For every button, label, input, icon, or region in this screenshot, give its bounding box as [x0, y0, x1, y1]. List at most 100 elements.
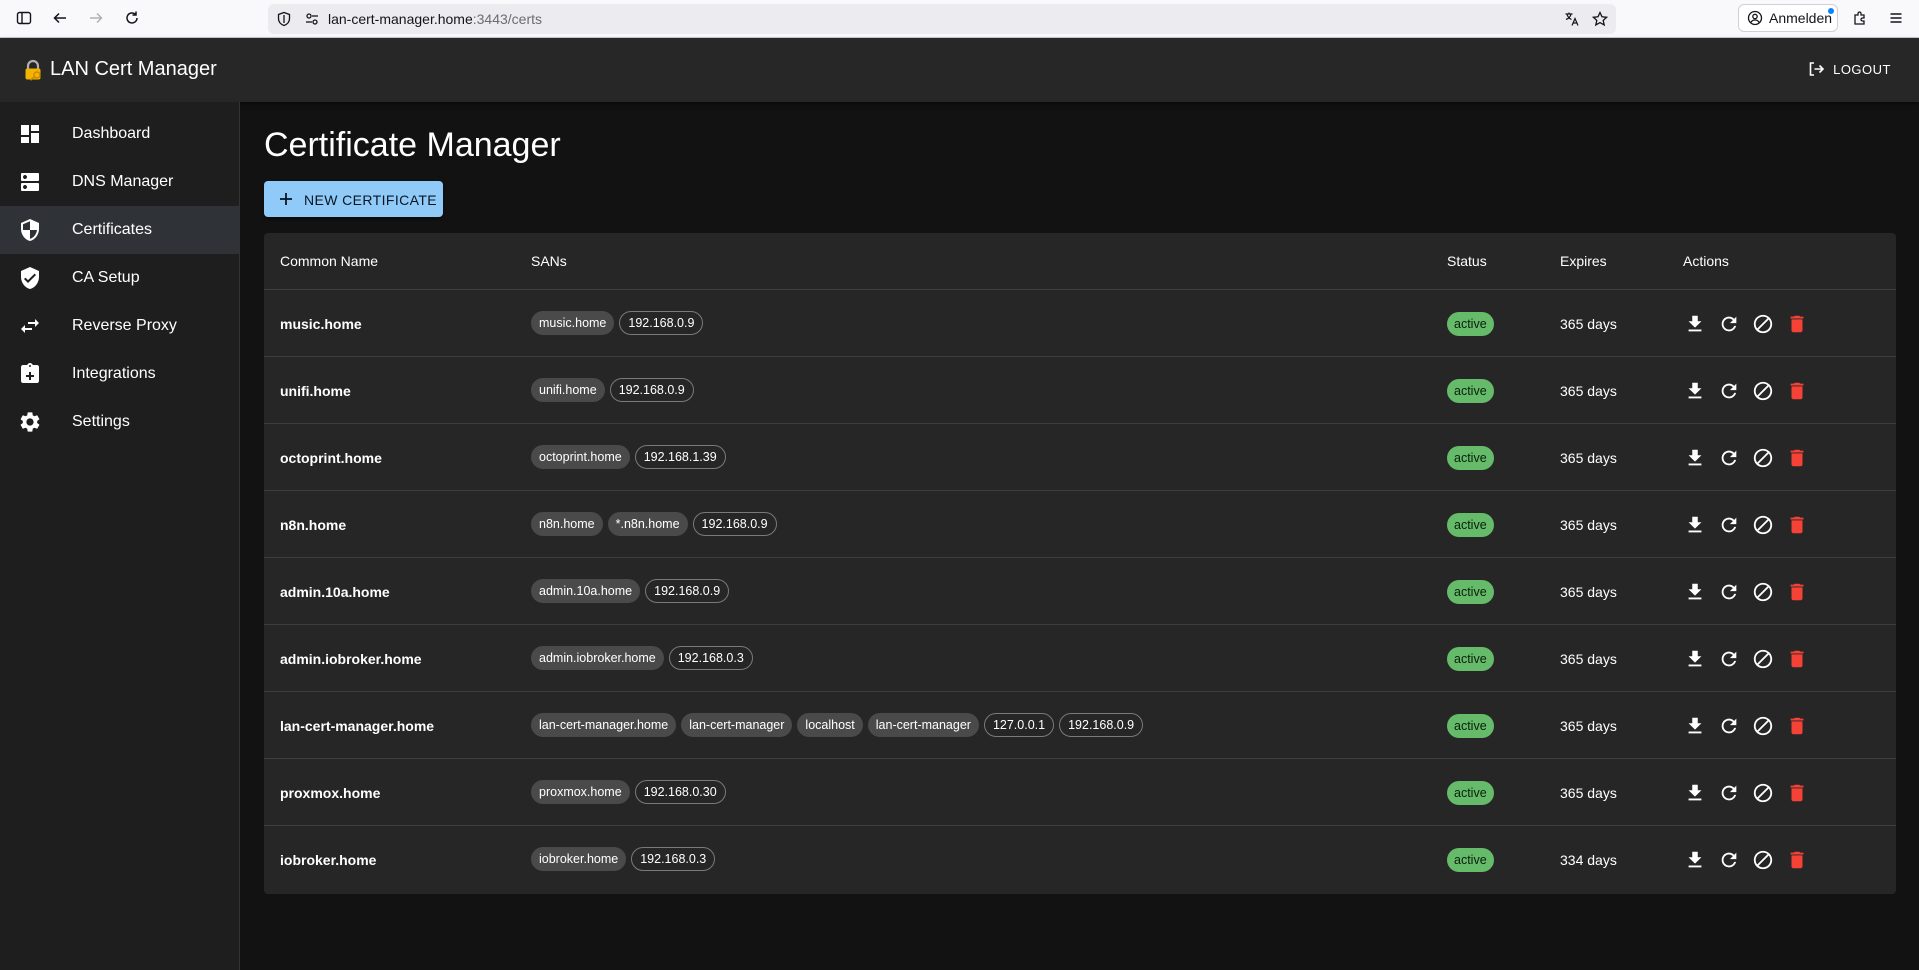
- sidebar-item-label: Integrations: [72, 365, 156, 382]
- expires-cell: 365 days: [1560, 450, 1617, 466]
- sidebar-item-settings[interactable]: Settings: [0, 398, 239, 446]
- revoke-button[interactable]: [1751, 580, 1775, 604]
- address-bar[interactable]: lan-cert-manager.home:3443/certs: [268, 4, 1616, 34]
- expires-cell: 365 days: [1560, 718, 1617, 734]
- download-button[interactable]: [1683, 848, 1707, 872]
- site-permissions-icon[interactable]: [304, 11, 320, 32]
- revoke-icon: [1753, 381, 1773, 401]
- download-icon: [1688, 449, 1702, 466]
- renew-icon: [1721, 852, 1737, 868]
- delete-button[interactable]: [1785, 647, 1809, 671]
- renew-button[interactable]: [1717, 580, 1741, 604]
- sidebar-item-integrations[interactable]: Integrations: [0, 350, 239, 398]
- expires-cell: 334 days: [1560, 852, 1617, 868]
- url-text: lan-cert-manager.home:3443/certs: [328, 11, 542, 27]
- download-button[interactable]: [1683, 379, 1707, 403]
- sidebar: Dashboard DNS Manager Certificates CA Se…: [0, 102, 240, 970]
- revoke-button[interactable]: [1751, 312, 1775, 336]
- table-row: admin.iobroker.home admin.iobroker.home 19…: [264, 625, 1896, 692]
- download-button[interactable]: [1683, 781, 1707, 805]
- sans-cell: admin.10a.home 192.168.0.9: [531, 579, 730, 603]
- new-certificate-button[interactable]: NEW CERTIFICATE: [264, 181, 443, 217]
- delete-button[interactable]: [1785, 714, 1809, 738]
- sidebar-item-dashboard[interactable]: Dashboard: [0, 110, 239, 158]
- revoke-icon: [1753, 716, 1773, 736]
- revoke-button[interactable]: [1751, 781, 1775, 805]
- table-row: lan-cert-manager.home lan-cert-manager.ho…: [264, 692, 1896, 759]
- renew-button[interactable]: [1717, 781, 1741, 805]
- extensions-icon[interactable]: [1850, 8, 1870, 28]
- table-row: music.home music.home 192.168.0.9 active 365…: [264, 290, 1896, 357]
- delete-icon: [1790, 650, 1804, 668]
- app-bar: LAN Cert Manager LOGOUT: [0, 38, 1919, 102]
- bookmark-star-icon[interactable]: [1591, 10, 1609, 32]
- delete-icon: [1790, 516, 1804, 534]
- sidebar-item-reverse-proxy[interactable]: Reverse Proxy: [0, 302, 239, 350]
- revoke-button[interactable]: [1751, 647, 1775, 671]
- san-ip-chip: 127.0.0.1: [983, 713, 1055, 737]
- back-icon[interactable]: [50, 8, 70, 28]
- download-button[interactable]: [1683, 714, 1707, 738]
- status-badge: active: [1447, 781, 1494, 805]
- san-dns-chip: localhost: [797, 713, 863, 737]
- sans-cell: proxmox.home 192.168.0.30: [531, 780, 726, 804]
- download-button[interactable]: [1683, 312, 1707, 336]
- revoke-button[interactable]: [1751, 513, 1775, 537]
- logout-button[interactable]: LOGOUT: [1807, 60, 1891, 78]
- renew-button[interactable]: [1717, 848, 1741, 872]
- translate-icon[interactable]: [1564, 11, 1580, 32]
- renew-button[interactable]: [1717, 513, 1741, 537]
- revoke-icon: [1753, 515, 1773, 535]
- renew-button[interactable]: [1717, 714, 1741, 738]
- san-ip-chip: 192.168.1.39: [634, 445, 726, 469]
- delete-button[interactable]: [1785, 446, 1809, 470]
- renew-icon: [1721, 517, 1737, 533]
- delete-button[interactable]: [1785, 513, 1809, 537]
- renew-button[interactable]: [1717, 312, 1741, 336]
- reload-icon[interactable]: [122, 8, 142, 28]
- table-row: unifi.home unifi.home 192.168.0.9 active 365…: [264, 357, 1896, 424]
- delete-icon: [1790, 315, 1804, 333]
- download-icon: [1688, 717, 1702, 734]
- revoke-button[interactable]: [1751, 379, 1775, 403]
- logout-icon: [1809, 62, 1825, 76]
- common-name-cell: admin.10a.home: [280, 584, 390, 600]
- revoke-icon: [1753, 649, 1773, 669]
- renew-icon: [1721, 450, 1737, 466]
- tracking-shield-icon[interactable]: [276, 11, 292, 32]
- sans-cell: n8n.home *.n8n.home 192.168.0.9: [531, 512, 777, 536]
- revoke-button[interactable]: [1751, 446, 1775, 470]
- forward-icon[interactable]: [86, 8, 106, 28]
- download-icon: [1688, 784, 1702, 801]
- sidebar-toggle-icon[interactable]: [14, 8, 34, 28]
- download-button[interactable]: [1683, 513, 1707, 537]
- download-button[interactable]: [1683, 580, 1707, 604]
- expires-cell: 365 days: [1560, 584, 1617, 600]
- revoke-button[interactable]: [1751, 848, 1775, 872]
- sans-cell: admin.iobroker.home 192.168.0.3: [531, 646, 753, 670]
- sidebar-item-dns-manager[interactable]: DNS Manager: [0, 158, 239, 206]
- download-button[interactable]: [1683, 647, 1707, 671]
- browser-toolbar: lan-cert-manager.home:3443/certs Anmelde…: [0, 0, 1919, 38]
- sidebar-item-certificates[interactable]: Certificates: [0, 206, 239, 254]
- delete-button[interactable]: [1785, 580, 1809, 604]
- column-header-status: Status: [1447, 253, 1487, 269]
- delete-icon: [1790, 784, 1804, 802]
- delete-button[interactable]: [1785, 848, 1809, 872]
- renew-button[interactable]: [1717, 647, 1741, 671]
- download-button[interactable]: [1683, 446, 1707, 470]
- delete-button[interactable]: [1785, 379, 1809, 403]
- browser-signin-button[interactable]: Anmelden: [1738, 4, 1838, 32]
- delete-button[interactable]: [1785, 781, 1809, 805]
- menu-icon[interactable]: [1886, 8, 1906, 28]
- sidebar-item-label: CA Setup: [72, 269, 140, 286]
- shield-icon: [21, 219, 39, 241]
- url-path: :3443/certs: [472, 11, 543, 27]
- renew-button[interactable]: [1717, 446, 1741, 470]
- delete-button[interactable]: [1785, 312, 1809, 336]
- san-dns-chip: lan-cert-manager: [681, 713, 793, 737]
- renew-button[interactable]: [1717, 379, 1741, 403]
- revoke-button[interactable]: [1751, 714, 1775, 738]
- san-ip-chip: 192.168.0.3: [631, 847, 716, 871]
- sidebar-item-ca-setup[interactable]: CA Setup: [0, 254, 239, 302]
